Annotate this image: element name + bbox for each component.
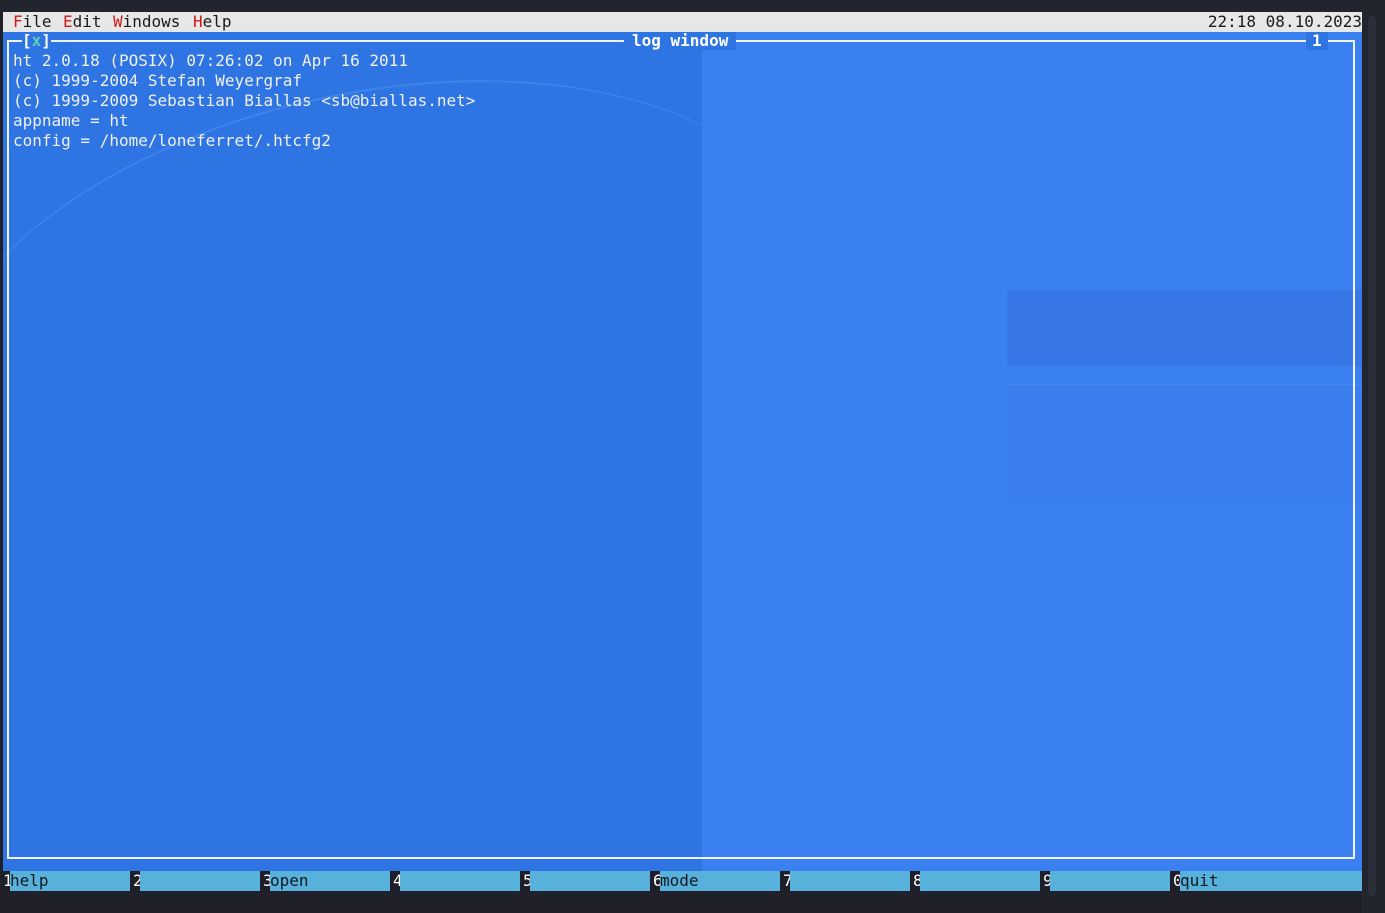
menu-file-hotkey: F: [13, 12, 23, 31]
fkey-4[interactable]: 4: [390, 871, 520, 891]
top-strip: [0, 0, 1385, 12]
fkey-7[interactable]: 7: [780, 871, 910, 891]
fkey-label: [920, 871, 1040, 891]
scrollbar-track[interactable]: [1368, 16, 1376, 896]
close-bracket-open: [: [22, 31, 32, 50]
fkey-label: [790, 871, 910, 891]
fkey-label: mode: [660, 871, 780, 891]
fkey-2[interactable]: 2: [130, 871, 260, 891]
menu-edit[interactable]: Edit: [63, 12, 102, 32]
log-line: ht 2.0.18 (POSIX) 07:26:02 on Apr 16 201…: [13, 51, 408, 70]
fkey-label: help: [10, 871, 130, 891]
menu-edit-label: dit: [72, 12, 102, 31]
menu-help-hotkey: H: [193, 12, 203, 31]
log-line: appname = ht: [13, 111, 129, 130]
menu-help[interactable]: Help: [193, 12, 232, 32]
menu-bar: File Edit Windows Help 22:18 08.10.2023: [3, 12, 1362, 32]
bottom-strip: [0, 891, 1362, 913]
menu-edit-hotkey: E: [63, 12, 73, 31]
window-number: 1: [1306, 32, 1328, 50]
clock: 22:18 08.10.2023: [1207, 12, 1362, 31]
window-close-button[interactable]: [x]: [22, 32, 51, 50]
log-content: ht 2.0.18 (POSIX) 07:26:02 on Apr 16 201…: [13, 51, 475, 151]
fkey-label: [400, 871, 520, 891]
menu-file[interactable]: File: [13, 12, 52, 32]
menu-file-label: ile: [22, 12, 52, 31]
fkey-3-open[interactable]: 3 open: [260, 871, 390, 891]
fkey-8[interactable]: 8: [910, 871, 1040, 891]
menu-windows[interactable]: Windows: [113, 12, 180, 32]
log-line: (c) 1999-2009 Sebastian Biallas <sb@bial…: [13, 91, 476, 110]
fkey-label: [1050, 871, 1170, 891]
menu-windows-hotkey: W: [113, 12, 123, 31]
fkey-5[interactable]: 5: [520, 871, 650, 891]
window-title: log window: [624, 32, 737, 50]
fkey-1-help[interactable]: 1 help: [0, 871, 130, 891]
log-window-frame: [7, 40, 1355, 859]
fkey-label: open: [270, 871, 390, 891]
fkey-9[interactable]: 9: [1040, 871, 1170, 891]
fkey-label: quit: [1180, 871, 1362, 891]
fkey-6-mode[interactable]: 6 mode: [650, 871, 780, 891]
function-key-bar: 1 help 2 3 open 4 5 6 mode 7 8 9 0 quit: [0, 871, 1362, 891]
log-line: config = /home/loneferret/.htcfg2: [13, 131, 331, 150]
log-line: (c) 1999-2004 Stefan Weyergraf: [13, 71, 302, 90]
close-bracket-close: ]: [41, 31, 51, 50]
fkey-label: [530, 871, 650, 891]
close-icon: x: [31, 31, 42, 50]
terminal-scrollbar[interactable]: [1362, 0, 1385, 913]
fkey-label: [140, 871, 260, 891]
menu-help-label: elp: [202, 12, 232, 31]
menu-windows-label: indows: [122, 12, 181, 31]
fkey-0-quit[interactable]: 0 quit: [1170, 871, 1362, 891]
